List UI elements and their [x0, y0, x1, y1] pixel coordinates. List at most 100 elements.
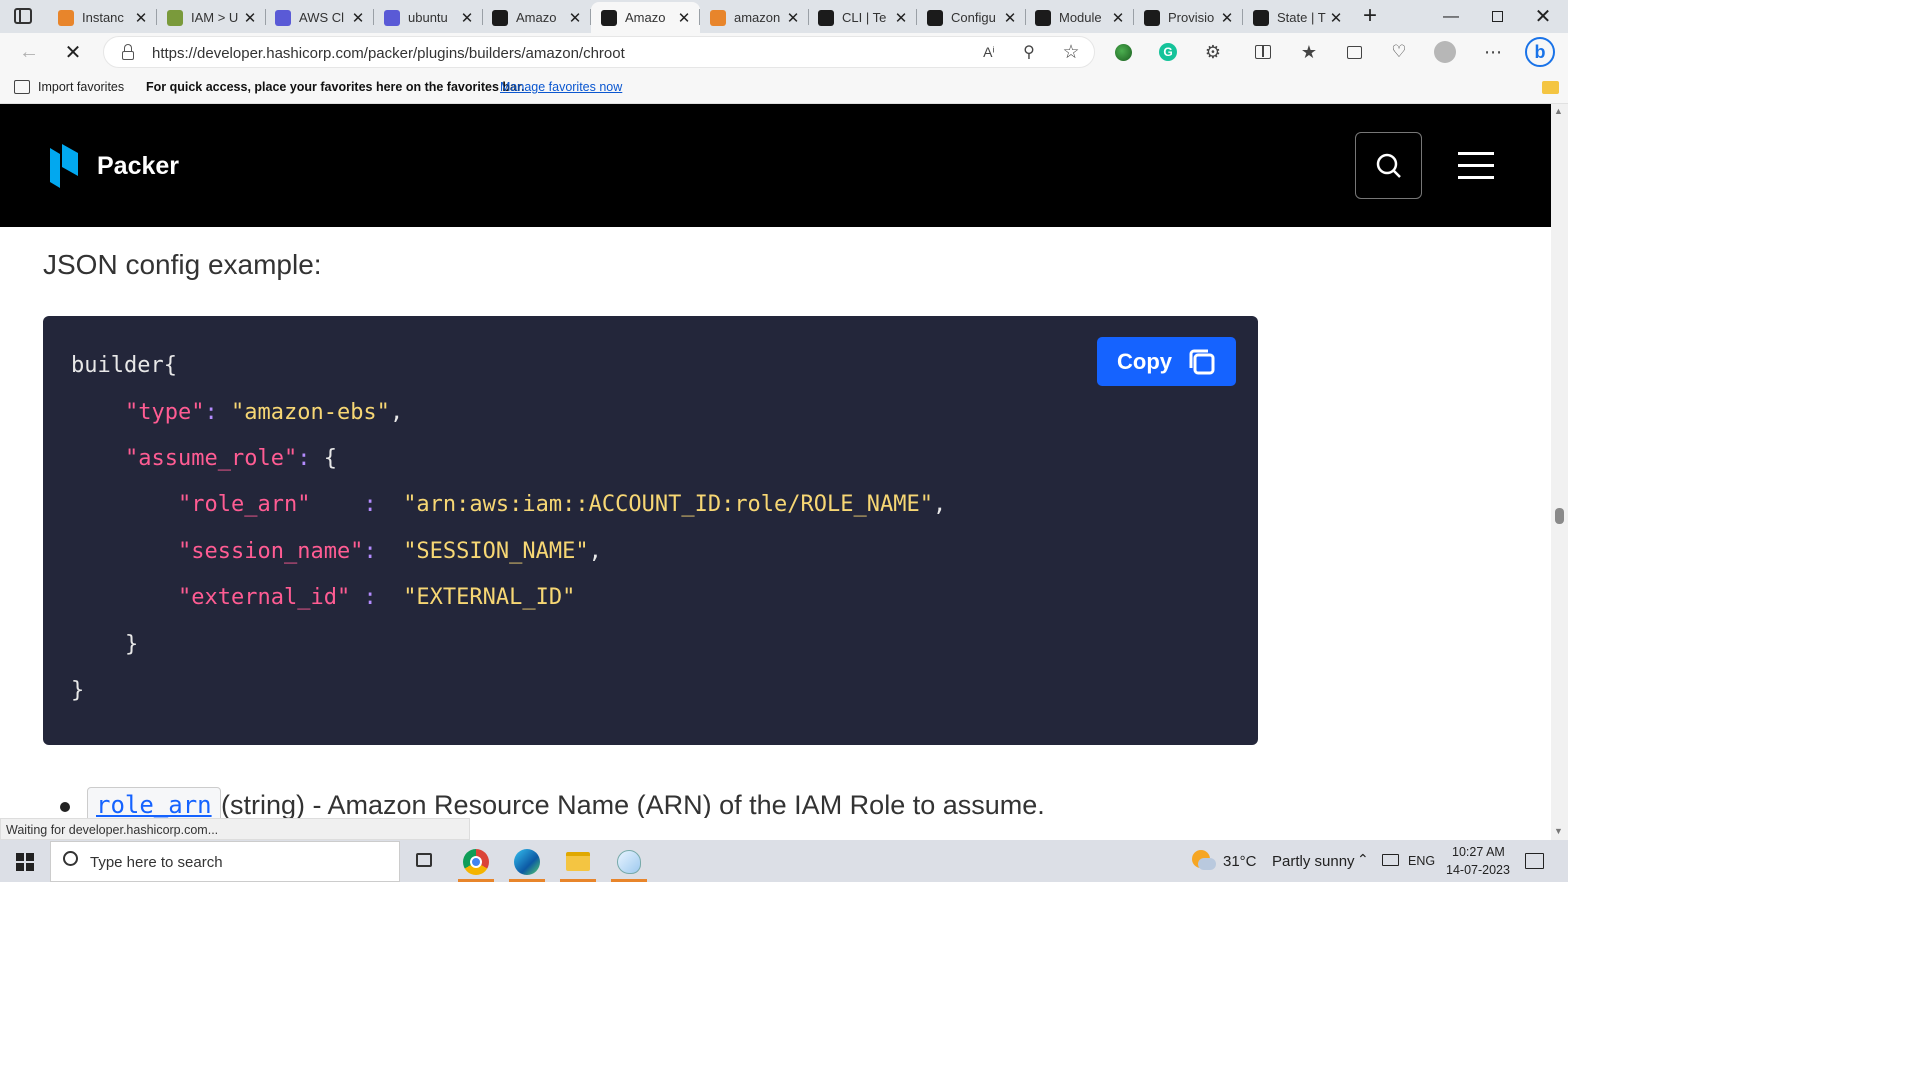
read-aloud-icon[interactable]: Aⁱ — [976, 39, 1002, 65]
browser-tab[interactable]: State | T ✕ — [1243, 2, 1352, 33]
web-page: Packer JSON config example: Copy builder… — [0, 104, 1551, 818]
page-scrollbar[interactable]: ▲ ▼ — [1551, 104, 1568, 840]
scrollbar-thumb[interactable] — [1555, 508, 1564, 524]
clock-time[interactable]: 10:27 AM — [1452, 845, 1505, 859]
browser-tab[interactable]: Amazo ✕ — [482, 2, 591, 33]
site-search-button[interactable] — [1355, 132, 1422, 199]
weather-icon[interactable] — [1192, 850, 1216, 872]
browser-tab[interactable]: IAM > U ✕ — [157, 2, 266, 33]
windows-start-icon[interactable] — [16, 853, 34, 871]
tab-close-icon[interactable]: ✕ — [1328, 9, 1344, 27]
language-indicator[interactable]: ENG — [1408, 854, 1435, 868]
taskbar-search-box[interactable]: Type here to search — [50, 841, 400, 882]
code-line-1: builder{ — [71, 353, 177, 378]
manage-favorites-link[interactable]: Manage favorites now — [500, 80, 622, 94]
other-favorites-folder-icon[interactable] — [1542, 81, 1559, 94]
url-text[interactable]: https://developer.hashicorp.com/packer/p… — [152, 45, 625, 62]
tab-close-icon[interactable]: ✕ — [567, 9, 583, 27]
code-line-4: "role_arn" : "arn:aws:iam::ACCOUNT_ID:ro… — [178, 492, 947, 517]
browser-tab[interactable]: Provisio ✕ — [1134, 2, 1243, 33]
import-favorites-icon[interactable] — [14, 80, 30, 94]
cloud-icon — [384, 9, 400, 26]
extensions-icon[interactable]: ⚙ — [1200, 39, 1226, 65]
code-line-6: "external_id" : "EXTERNAL_ID" — [178, 585, 576, 610]
edge-active-indicator — [509, 879, 545, 882]
browser-tab[interactable]: Amazo ✕ — [591, 2, 700, 33]
stackoverflow-icon — [710, 9, 726, 26]
tab-title: Configu — [951, 10, 996, 25]
explorer-active-indicator — [560, 879, 596, 882]
tab-close-icon[interactable]: ✕ — [1110, 9, 1126, 27]
browser-tab[interactable]: amazon ✕ — [700, 2, 809, 33]
tab-close-icon[interactable]: ✕ — [893, 9, 909, 27]
tab-close-icon[interactable]: ✕ — [459, 9, 475, 27]
code-line-8: } — [71, 678, 85, 703]
address-bar[interactable]: https://developer.hashicorp.com/packer/p… — [103, 36, 1095, 68]
edge-taskbar-icon[interactable] — [514, 849, 540, 875]
paint-active-indicator — [611, 879, 647, 882]
tab-title: AWS Cl — [299, 10, 345, 25]
file-explorer-icon[interactable] — [566, 852, 590, 871]
weather-temp[interactable]: 31°C — [1223, 853, 1257, 870]
more-menu-icon[interactable]: ⋯ — [1480, 39, 1506, 65]
performance-heart-icon[interactable]: ♡ — [1386, 39, 1412, 65]
network-icon[interactable] — [1382, 854, 1399, 866]
favorite-star-icon[interactable]: ☆ — [1058, 39, 1084, 65]
browser-tab[interactable]: AWS Cl ✕ — [265, 2, 374, 33]
scroll-down-arrow-icon[interactable]: ▼ — [1554, 826, 1563, 836]
task-view-icon[interactable] — [416, 853, 432, 867]
browser-tab[interactable]: ubuntu ✕ — [374, 2, 483, 33]
tab-title: State | T — [1277, 10, 1326, 25]
restore-button[interactable] — [1474, 0, 1520, 33]
stop-loading-icon[interactable]: ✕ — [60, 39, 86, 65]
show-hidden-icons-chevron-icon[interactable]: ⌃ — [1357, 851, 1369, 868]
tab-close-icon[interactable]: ✕ — [676, 9, 692, 27]
browser-tab[interactable]: Configu ✕ — [917, 2, 1026, 33]
tab-close-icon[interactable]: ✕ — [133, 9, 149, 27]
split-screen-icon[interactable] — [1250, 39, 1276, 65]
minimize-button[interactable]: — — [1428, 0, 1474, 33]
clock-date[interactable]: 14-07-2023 — [1446, 863, 1510, 877]
taskbar: Type here to search 31°C Partly sunny ⌃ … — [0, 840, 1568, 882]
new-tab-button[interactable]: + — [1356, 3, 1384, 31]
profile-avatar-icon[interactable] — [1432, 39, 1458, 65]
tab-close-icon[interactable]: ✕ — [785, 9, 801, 27]
iam-icon — [167, 9, 183, 26]
browser-toolbar: ← ✕ https://developer.hashicorp.com/pack… — [0, 33, 1568, 71]
tab-actions-icon[interactable] — [14, 8, 32, 24]
paint-taskbar-icon[interactable] — [617, 850, 641, 874]
browser-tab[interactable]: CLI | Te ✕ — [808, 2, 917, 33]
bing-chat-icon[interactable]: b — [1524, 36, 1556, 68]
close-window-button[interactable]: ✕ — [1520, 0, 1566, 33]
brand-name[interactable]: Packer — [97, 152, 179, 181]
tab-title: amazon — [734, 10, 781, 25]
tab-close-icon[interactable]: ✕ — [1002, 9, 1018, 27]
extension-globe-icon[interactable] — [1110, 39, 1136, 65]
chrome-taskbar-icon[interactable] — [463, 849, 489, 875]
hashicorp-icon — [601, 9, 617, 26]
chrome-active-indicator — [458, 879, 494, 882]
browser-tab[interactable]: Module ✕ — [1025, 2, 1134, 33]
back-arrow-icon[interactable]: ← — [16, 39, 42, 65]
favorites-icon[interactable]: ★ — [1296, 39, 1322, 65]
role-arn-link[interactable]: role_arn — [87, 787, 221, 818]
hamburger-menu-icon[interactable] — [1458, 152, 1494, 180]
packer-logo-icon[interactable] — [50, 144, 78, 188]
code-line-5: "session_name": "SESSION_NAME", — [178, 539, 602, 564]
weather-desc[interactable]: Partly sunny — [1272, 853, 1355, 870]
import-favorites-button[interactable]: Import favorites — [38, 80, 124, 94]
collections-icon[interactable] — [1341, 39, 1367, 65]
grammarly-icon[interactable]: G — [1155, 39, 1181, 65]
notifications-icon[interactable] — [1525, 853, 1544, 869]
taskbar-search-icon — [63, 851, 78, 866]
tab-close-icon[interactable]: ✕ — [350, 9, 366, 27]
copy-button[interactable]: Copy — [1097, 337, 1236, 386]
tab-close-icon[interactable]: ✕ — [1219, 9, 1235, 27]
browser-tab[interactable]: Instanc ✕ — [48, 2, 157, 33]
tab-close-icon[interactable]: ✕ — [242, 9, 258, 27]
zoom-icon[interactable]: ⚲ — [1016, 39, 1042, 65]
hashicorp-icon — [1253, 9, 1269, 26]
site-header: Packer — [0, 104, 1551, 227]
lock-icon[interactable] — [122, 44, 134, 60]
scroll-up-arrow-icon[interactable]: ▲ — [1554, 106, 1563, 116]
